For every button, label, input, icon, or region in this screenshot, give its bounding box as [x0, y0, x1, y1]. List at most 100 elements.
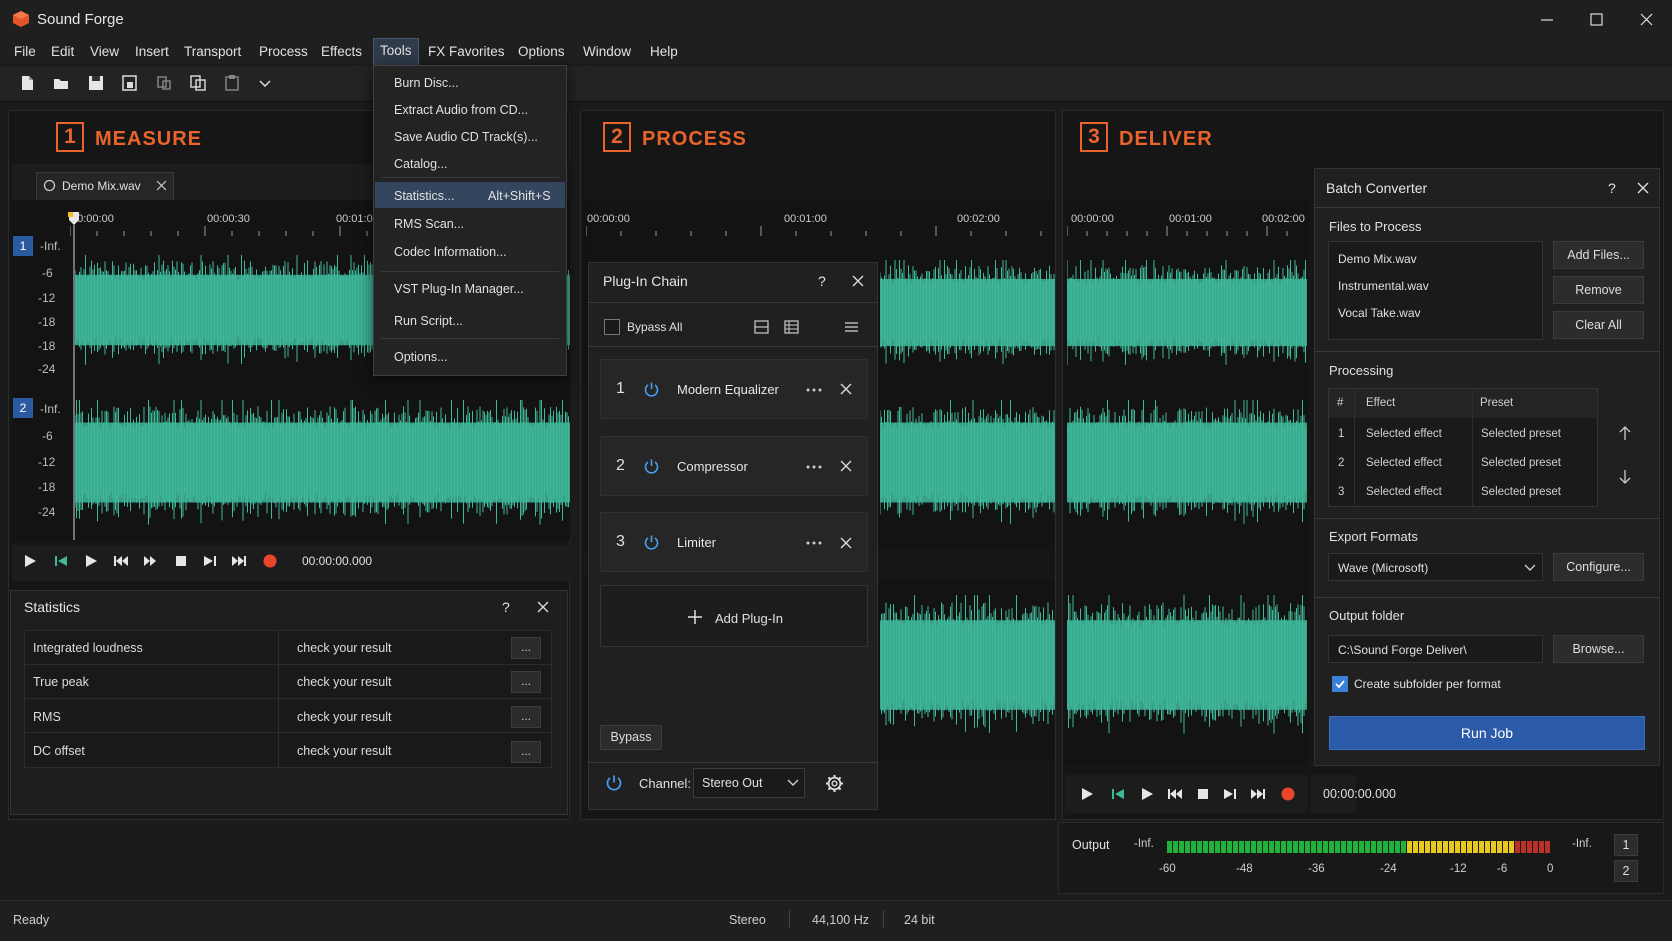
go-to-start-icon[interactable] — [53, 553, 69, 569]
rewind-icon[interactable] — [113, 553, 129, 569]
play-selection-icon[interactable] — [83, 553, 99, 569]
clear-all-button[interactable]: Clear All — [1553, 311, 1644, 339]
stop-icon[interactable] — [1195, 786, 1211, 802]
bypass-all-checkbox[interactable] — [604, 319, 620, 335]
processing-row-effect[interactable]: Selected effect — [1366, 428, 1442, 440]
move-up-arrow-icon[interactable] — [1618, 425, 1632, 441]
plugin-row[interactable] — [600, 512, 868, 572]
save-icon[interactable] — [87, 74, 105, 92]
menu-effects[interactable]: Effects — [315, 43, 368, 67]
skip-end-icon[interactable] — [1250, 786, 1266, 802]
menu-item-vst-manager[interactable]: VST Plug-In Manager... — [394, 282, 524, 296]
record-icon[interactable] — [1280, 786, 1296, 802]
menu-edit[interactable]: Edit — [45, 43, 80, 67]
menu-item-extract-audio[interactable]: Extract Audio from CD... — [394, 103, 528, 117]
processing-row-preset[interactable]: Selected preset — [1481, 457, 1561, 469]
meter-channel-1-button[interactable]: 1 — [1614, 834, 1638, 856]
plugin-remove-icon[interactable] — [840, 460, 852, 472]
fast-forward-icon[interactable] — [143, 553, 159, 569]
plugin-remove-icon[interactable] — [840, 383, 852, 395]
configure-button[interactable]: Configure... — [1553, 553, 1644, 581]
menu-item-run-script[interactable]: Run Script... — [394, 314, 463, 328]
processing-row-effect[interactable]: Selected effect — [1366, 486, 1442, 498]
go-to-end-icon[interactable] — [202, 553, 218, 569]
menu-item-statistics[interactable]: Statistics... — [394, 189, 454, 203]
open-file-icon[interactable] — [52, 74, 70, 92]
statistics-help-button[interactable]: ? — [502, 599, 510, 615]
add-files-button[interactable]: Add Files... — [1553, 241, 1644, 269]
statistics-row-more-button[interactable]: ... — [511, 706, 541, 728]
file-list-item[interactable]: Demo Mix.wav — [1338, 252, 1417, 266]
copy-icon[interactable] — [189, 74, 207, 92]
remove-button[interactable]: Remove — [1553, 276, 1644, 304]
browse-button[interactable]: Browse... — [1553, 635, 1644, 663]
move-down-arrow-icon[interactable] — [1618, 469, 1632, 485]
menu-options[interactable]: Options — [512, 43, 571, 67]
menu-item-rms-scan[interactable]: RMS Scan... — [394, 217, 464, 231]
play-selection-icon[interactable] — [1139, 786, 1155, 802]
menu-window[interactable]: Window — [577, 43, 637, 67]
go-to-start-icon[interactable] — [1110, 786, 1126, 802]
menu-insert[interactable]: Insert — [129, 43, 175, 67]
plugin-chain-close-icon[interactable] — [852, 275, 864, 287]
skip-end-icon[interactable] — [231, 553, 247, 569]
channel-1-badge[interactable]: 1 — [13, 236, 33, 256]
rewind-icon[interactable] — [1167, 786, 1183, 802]
statistics-close-icon[interactable] — [537, 601, 549, 613]
channel-2-badge[interactable]: 2 — [13, 398, 33, 418]
save-as-icon[interactable] — [121, 74, 139, 92]
meter-channel-2-button[interactable]: 2 — [1614, 860, 1638, 882]
menu-item-catalog[interactable]: Catalog... — [394, 157, 448, 171]
plugin-more-icon[interactable] — [806, 388, 822, 392]
channel-power-icon[interactable] — [605, 774, 623, 792]
batch-converter-close-icon[interactable] — [1637, 182, 1649, 194]
menu-tools[interactable]: Tools — [373, 38, 419, 66]
menu-item-save-audio-cd[interactable]: Save Audio CD Track(s)... — [394, 130, 538, 144]
view-single-icon[interactable] — [754, 320, 769, 334]
plugin-remove-icon[interactable] — [840, 537, 852, 549]
processing-row-effect[interactable]: Selected effect — [1366, 457, 1442, 469]
paste-icon[interactable] — [223, 74, 241, 92]
statistics-row-more-button[interactable]: ... — [511, 741, 541, 763]
menu-item-options[interactable]: Options... — [394, 350, 448, 364]
plugin-chain-help-button[interactable]: ? — [818, 273, 826, 289]
statistics-row-more-button[interactable]: ... — [511, 637, 541, 659]
plugin-power-icon[interactable] — [643, 381, 660, 398]
batch-converter-help-button[interactable]: ? — [1608, 180, 1616, 196]
close-window-button[interactable] — [1622, 4, 1672, 36]
go-to-end-icon[interactable] — [1222, 786, 1238, 802]
menu-fx-favorites[interactable]: FX Favorites — [422, 43, 511, 67]
menu-item-codec-info[interactable]: Codec Information... — [394, 245, 507, 259]
menu-process[interactable]: Process — [253, 43, 314, 67]
view-list-icon[interactable] — [784, 320, 799, 334]
file-tab-close-icon[interactable] — [156, 180, 167, 191]
toolbar-overflow-chevron-icon[interactable] — [256, 74, 274, 92]
chain-menu-icon[interactable] — [844, 320, 859, 334]
create-subfolder-checkbox[interactable] — [1332, 676, 1348, 692]
cut-icon[interactable] — [155, 74, 173, 92]
file-list-item[interactable]: Vocal Take.wav — [1338, 306, 1421, 320]
stop-icon[interactable] — [173, 553, 189, 569]
run-job-button[interactable]: Run Job — [1329, 716, 1645, 750]
play-icon[interactable] — [22, 553, 38, 569]
processing-row-preset[interactable]: Selected preset — [1481, 486, 1561, 498]
settings-gear-icon[interactable] — [825, 774, 844, 793]
file-list-item[interactable]: Instrumental.wav — [1338, 279, 1429, 293]
menu-transport[interactable]: Transport — [178, 43, 247, 67]
bypass-button[interactable]: Bypass — [600, 725, 662, 750]
plugin-power-icon[interactable] — [643, 458, 660, 475]
plugin-more-icon[interactable] — [806, 465, 822, 469]
menu-item-burn-disc[interactable]: Burn Disc... — [394, 76, 459, 90]
record-icon[interactable] — [262, 553, 278, 569]
processing-row-preset[interactable]: Selected preset — [1481, 428, 1561, 440]
statistics-row-more-button[interactable]: ... — [511, 671, 541, 693]
play-icon[interactable] — [1079, 786, 1095, 802]
minimize-button[interactable] — [1522, 4, 1572, 36]
menu-file[interactable]: File — [8, 43, 42, 67]
menu-help[interactable]: Help — [644, 43, 684, 67]
maximize-button[interactable] — [1572, 4, 1622, 36]
plugin-more-icon[interactable] — [806, 541, 822, 545]
new-file-icon[interactable] — [18, 74, 36, 92]
menu-view[interactable]: View — [84, 43, 125, 67]
plugin-power-icon[interactable] — [643, 534, 660, 551]
